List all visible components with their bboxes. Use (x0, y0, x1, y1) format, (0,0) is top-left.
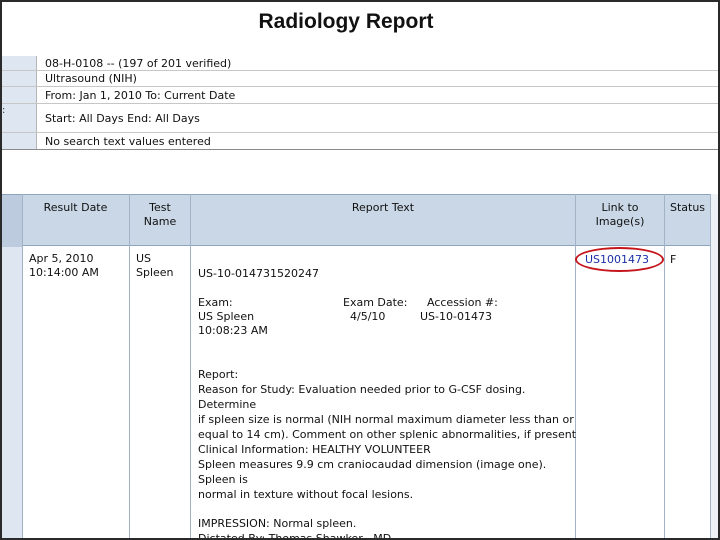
criteria-label-cell (2, 87, 37, 103)
exam-date: 4/5/10 (350, 310, 386, 323)
report-line: normal in texture without focal lesions. (198, 488, 414, 501)
impression: IMPRESSION: Normal spleen. (198, 517, 357, 530)
dictated-by: Dictated By: Thomas Shawker , MD (198, 532, 392, 540)
report-window: Radiology Report 08-H-0108 -- (197 of 20… (0, 0, 720, 540)
report-id: US-10-014731520247 (198, 267, 319, 280)
test-name-header[interactable]: Test Name (130, 195, 190, 247)
link-header-line1: Link to (601, 201, 639, 214)
criteria-patient-row: 08-H-0108 -- (197 of 201 verified) (2, 56, 718, 71)
criteria-search-text: No search text values entered (45, 135, 211, 148)
column-divider (664, 194, 665, 538)
criteria-patient: 08-H-0108 -- (197 of 201 verified) (45, 57, 232, 70)
test-name: Spleen (136, 266, 174, 279)
column-divider (575, 194, 576, 538)
criteria-modality: Ultrasound (NIH) (45, 72, 137, 85)
criteria-date-row: From: Jan 1, 2010 To: Current Date (2, 87, 718, 104)
report-line: if spleen size is normal (NIH normal max… (198, 413, 574, 426)
row-selector[interactable] (2, 247, 22, 538)
report-text-header[interactable]: Report Text (191, 195, 575, 247)
criteria-label-cell (2, 71, 37, 86)
page-title: Radiology Report (258, 10, 434, 33)
report-line: Spleen measures 9.9 cm craniocaudad dime… (198, 458, 547, 471)
status-value: F (670, 253, 677, 266)
test-name-header-line2: Name (143, 215, 177, 228)
truncated-label-glyph: : (2, 105, 6, 116)
status-header[interactable]: Status (665, 195, 710, 247)
status-header-label: Status (669, 201, 706, 214)
exam-date-label: Exam Date: (343, 296, 408, 309)
row-selector-header (2, 195, 22, 247)
criteria-search-row: No search text values entered (2, 133, 718, 150)
report-line: Report: (198, 368, 239, 381)
test-name-header-line1: Test (149, 201, 171, 214)
report-line: Clinical Information: HEALTHY VOLUNTEER (198, 443, 431, 456)
exam-name: US Spleen (198, 310, 255, 323)
criteria-label-cell (2, 104, 37, 132)
column-divider (129, 194, 130, 538)
report-line: Reason for Study: Evaluation needed prio… (198, 383, 526, 396)
criteria-label-cell (2, 133, 37, 149)
next-column-edge (711, 194, 718, 538)
accession-label: Accession #: (427, 296, 498, 309)
criteria-label-cell (2, 56, 37, 70)
report-line: Spleen is (198, 473, 248, 486)
report-line: equal to 14 cm). Comment on other spleni… (198, 428, 577, 441)
report-text-header-label: Report Text (351, 201, 415, 214)
link-images-header[interactable]: Link to Image(s) (576, 195, 664, 247)
criteria-time-range: Start: All Days End: All Days (45, 112, 200, 125)
criteria-date-range: From: Jan 1, 2010 To: Current Date (45, 89, 236, 102)
exam-label: Exam: (198, 296, 233, 309)
result-date: Apr 5, 2010 (29, 252, 94, 265)
link-header-line2: Image(s) (595, 215, 645, 228)
criteria-time-row: : Start: All Days End: All Days (2, 104, 718, 133)
test-modality: US (136, 252, 152, 265)
result-date-header-label: Result Date (43, 201, 108, 214)
report-line: Determine (198, 398, 257, 411)
exam-time: 10:08:23 AM (198, 324, 268, 337)
result-time: 10:14:00 AM (29, 266, 99, 279)
column-divider (22, 194, 23, 538)
accession-number: US-10-01473 (420, 310, 492, 323)
result-date-header[interactable]: Result Date (22, 195, 129, 247)
criteria-modality-row: Ultrasound (NIH) (2, 71, 718, 87)
results-table-header: Result Date Test Name Report Text Link t… (2, 194, 718, 247)
column-divider (190, 194, 191, 538)
highlight-circle (575, 247, 664, 272)
